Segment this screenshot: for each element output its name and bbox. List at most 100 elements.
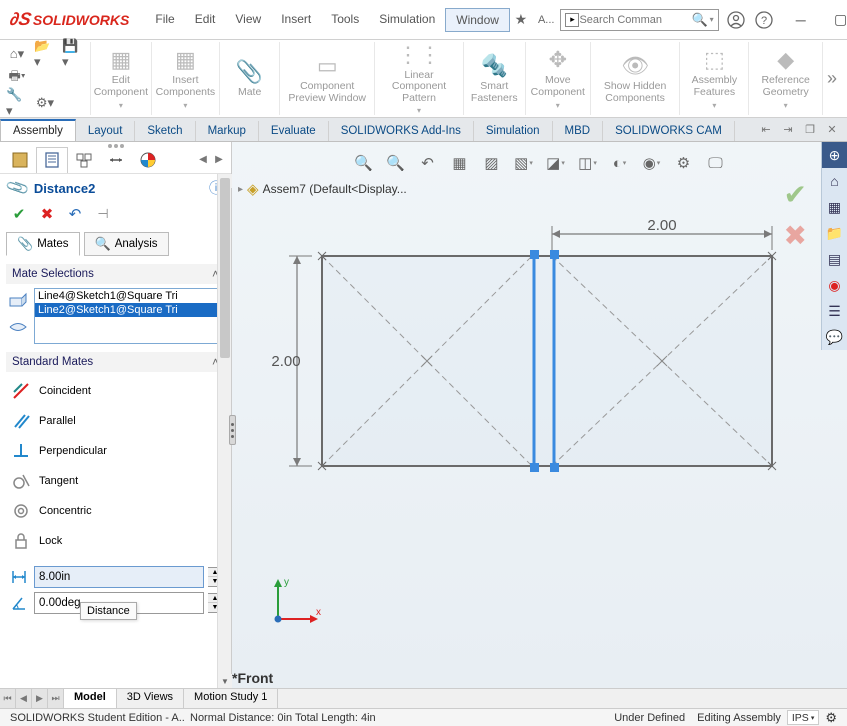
rg-reference-geometry[interactable]: ◆Reference Geometry: [749, 42, 823, 115]
user-icon[interactable]: [725, 9, 747, 31]
property-manager-tab-icon[interactable]: [36, 147, 68, 173]
feature-tree-tab-icon[interactable]: [4, 147, 36, 173]
view-settings-icon[interactable]: ⚙: [669, 150, 699, 176]
nav-next-icon[interactable]: ▶: [211, 149, 227, 171]
panel-drag-handle[interactable]: [91, 142, 141, 148]
menu-simulation[interactable]: Simulation: [369, 8, 445, 32]
rg-preview-window[interactable]: ▭Component Preview Window: [280, 42, 375, 115]
mate-tangent[interactable]: Tangent: [6, 466, 225, 496]
mate-parallel[interactable]: Parallel: [6, 406, 225, 436]
bottom-tab-motion[interactable]: Motion Study 1: [184, 689, 278, 708]
selection-list[interactable]: Line4@Sketch1@Square Tri Line2@Sketch1@S…: [34, 288, 225, 344]
rg-assembly-features[interactable]: ⬚Assembly Features: [680, 42, 749, 115]
distance-input[interactable]: [34, 566, 204, 588]
panel-collapse-right-icon[interactable]: ⇥: [779, 122, 797, 138]
pin-button[interactable]: ⊣: [92, 204, 114, 224]
rg-move-component[interactable]: ✥Move Component: [526, 42, 591, 115]
selection-row[interactable]: Line4@Sketch1@Square Tri: [35, 289, 224, 303]
entity-filter-icon[interactable]: [6, 290, 30, 312]
view-palette-icon[interactable]: ▤: [822, 246, 847, 272]
mate-perpendicular[interactable]: Perpendicular: [6, 436, 225, 466]
home-icon[interactable]: ⌂: [822, 168, 847, 194]
mate-concentric[interactable]: Concentric: [6, 496, 225, 526]
menu-window[interactable]: Window: [445, 8, 510, 32]
nav-prev-icon[interactable]: ◀: [195, 149, 211, 171]
panel-collapse-left-icon[interactable]: ⇤: [757, 122, 775, 138]
mate-lock[interactable]: Lock: [6, 526, 225, 556]
menu-file[interactable]: File: [145, 8, 184, 32]
canvas-cancel-icon[interactable]: ✖: [784, 219, 807, 252]
hide-show-icon[interactable]: ◪: [541, 150, 571, 176]
selections-header[interactable]: Mate Selections ˄: [6, 264, 225, 284]
panel-restore-icon[interactable]: ❐: [801, 122, 819, 138]
tab-cam[interactable]: SOLIDWORKS CAM: [603, 121, 735, 141]
tab-markup[interactable]: Markup: [196, 121, 259, 141]
rg-linear-pattern[interactable]: ⋮⋮Linear Component Pattern: [375, 42, 463, 115]
menu-insert[interactable]: Insert: [271, 8, 321, 32]
btab-last-icon[interactable]: ⏭: [48, 689, 64, 708]
bottom-tab-3dviews[interactable]: 3D Views: [117, 689, 184, 708]
breadcrumb-text[interactable]: Assem7 (Default<Display...: [263, 182, 407, 196]
display-style-icon[interactable]: ▧: [509, 150, 539, 176]
rg-edit-component[interactable]: ▦Edit Component: [91, 42, 152, 115]
search-input[interactable]: [579, 14, 689, 26]
zoom-fit-icon[interactable]: 🔍: [349, 150, 379, 176]
panel-close-icon[interactable]: ✕: [823, 122, 841, 138]
tab-simulation[interactable]: Simulation: [474, 121, 553, 141]
maximize-btn[interactable]: ▢: [821, 6, 847, 34]
menu-tools[interactable]: Tools: [321, 8, 369, 32]
rg-smart-fasteners[interactable]: 🔩Smart Fasteners: [464, 42, 526, 115]
menu-view[interactable]: View: [225, 8, 271, 32]
menu-edit[interactable]: Edit: [185, 8, 226, 32]
cancel-button[interactable]: ✖: [36, 204, 58, 224]
ribbon-expand-icon[interactable]: »: [823, 42, 841, 115]
home-icon[interactable]: ⌂▾: [6, 43, 28, 65]
minimize-btn[interactable]: ─: [781, 6, 821, 34]
bottom-tab-model[interactable]: Model: [64, 689, 117, 708]
btab-first-icon[interactable]: ⏮: [0, 689, 16, 708]
mates-tab[interactable]: 📎Mates: [6, 232, 80, 256]
library-icon[interactable]: ▦: [822, 194, 847, 220]
gear-icon[interactable]: ⚙▾: [34, 92, 56, 114]
rg-insert-components[interactable]: ▦Insert Components: [152, 42, 220, 115]
view-triad[interactable]: y x: [262, 575, 322, 638]
command-search[interactable]: ▸ 🔍 ▾: [560, 9, 718, 31]
accept-button[interactable]: ✔: [8, 204, 30, 224]
render-icon[interactable]: ◉: [637, 150, 667, 176]
config-manager-tab-icon[interactable]: [68, 147, 100, 173]
canvas-accept-icon[interactable]: ✔: [784, 178, 807, 211]
scene-icon[interactable]: ◐: [605, 150, 635, 176]
props-icon[interactable]: ☰: [822, 298, 847, 324]
align-filter-icon[interactable]: [6, 316, 30, 338]
splitter-handle[interactable]: [229, 415, 236, 445]
tab-addins[interactable]: SOLIDWORKS Add-Ins: [329, 121, 474, 141]
forum-icon[interactable]: 💬: [822, 324, 847, 350]
tab-layout[interactable]: Layout: [76, 121, 136, 141]
mate-coincident[interactable]: Coincident: [6, 376, 225, 406]
dimexpert-tab-icon[interactable]: [100, 147, 132, 173]
resources-icon[interactable]: ⊕: [822, 142, 847, 168]
tab-assembly[interactable]: Assembly: [0, 119, 76, 141]
standard-header[interactable]: Standard Mates ˄: [6, 352, 225, 372]
dynamic-view-icon[interactable]: ▨: [477, 150, 507, 176]
undo-button[interactable]: ↶: [64, 204, 86, 224]
appearances-icon[interactable]: ◉: [822, 272, 847, 298]
appearance-tab-icon[interactable]: [132, 147, 164, 173]
btab-prev-icon[interactable]: ◀: [16, 689, 32, 708]
status-gear-icon[interactable]: ⚙: [819, 710, 843, 726]
star-icon[interactable]: ★: [510, 9, 532, 31]
tab-mbd[interactable]: MBD: [553, 121, 604, 141]
breadcrumb-arrow-icon[interactable]: ▸: [238, 184, 243, 195]
view-cube-icon[interactable]: ◫: [573, 150, 603, 176]
btab-next-icon[interactable]: ▶: [32, 689, 48, 708]
tab-evaluate[interactable]: Evaluate: [259, 121, 329, 141]
search-dd-icon[interactable]: ▾: [710, 15, 714, 24]
units-selector[interactable]: IPS▾: [787, 710, 819, 725]
viewport-icon[interactable]: 🖵: [701, 150, 731, 176]
zoom-area-icon[interactable]: 🔍: [381, 150, 411, 176]
save-icon[interactable]: 💾▾: [62, 43, 84, 65]
rg-mate[interactable]: 📎Mate: [220, 42, 280, 115]
help-icon[interactable]: ?: [753, 9, 775, 31]
rg-show-hidden[interactable]: 👁Show Hidden Components: [591, 42, 680, 115]
options-icon[interactable]: 🔧▾: [6, 92, 28, 114]
